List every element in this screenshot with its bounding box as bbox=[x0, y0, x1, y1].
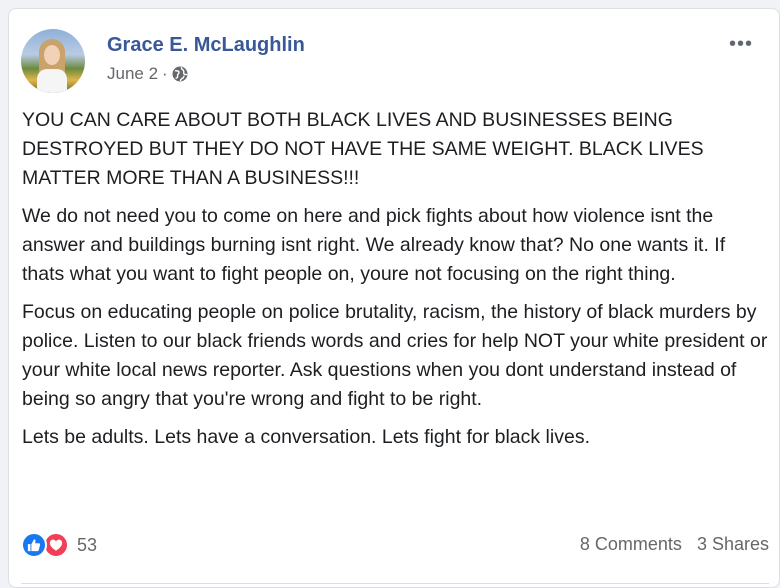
reactions-summary[interactable]: 53 bbox=[21, 532, 97, 558]
post-header: Grace E. McLaughlin June 2 · ••• bbox=[21, 29, 761, 93]
comments-count-link[interactable]: 8 Comments bbox=[580, 534, 682, 554]
post-meta: June 2 · bbox=[107, 64, 188, 84]
post-paragraph-3: Focus on educating people on police brut… bbox=[22, 301, 768, 410]
post-paragraph-1: YOU CAN CARE ABOUT BOTH BLACK LIVES AND … bbox=[22, 109, 704, 189]
post-footer: 53 8 Comments 3 Shares bbox=[21, 532, 769, 562]
post-date[interactable]: June 2 bbox=[107, 64, 158, 84]
author-name[interactable]: Grace E. McLaughlin bbox=[107, 34, 305, 57]
post-paragraph-2: We do not need you to come on here and p… bbox=[22, 205, 726, 285]
shares-count-link[interactable]: 3 Shares bbox=[697, 534, 769, 554]
footer-divider bbox=[21, 583, 769, 584]
reaction-count: 53 bbox=[77, 534, 98, 555]
engagement-stats: 8 Comments 3 Shares bbox=[580, 534, 769, 555]
globe-icon[interactable] bbox=[172, 66, 188, 82]
avatar-shirt bbox=[37, 69, 67, 93]
more-options-icon[interactable]: ••• bbox=[729, 34, 753, 54]
avatar-face bbox=[44, 45, 60, 65]
post-body: YOU CAN CARE ABOUT BOTH BLACK LIVES AND … bbox=[22, 106, 770, 461]
meta-separator: · bbox=[162, 64, 168, 83]
like-icon bbox=[21, 532, 47, 558]
post-paragraph-4: Lets be adults. Lets have a conversation… bbox=[22, 426, 590, 448]
avatar[interactable] bbox=[21, 29, 85, 93]
post-card: Grace E. McLaughlin June 2 · ••• YOU CAN… bbox=[8, 8, 780, 588]
